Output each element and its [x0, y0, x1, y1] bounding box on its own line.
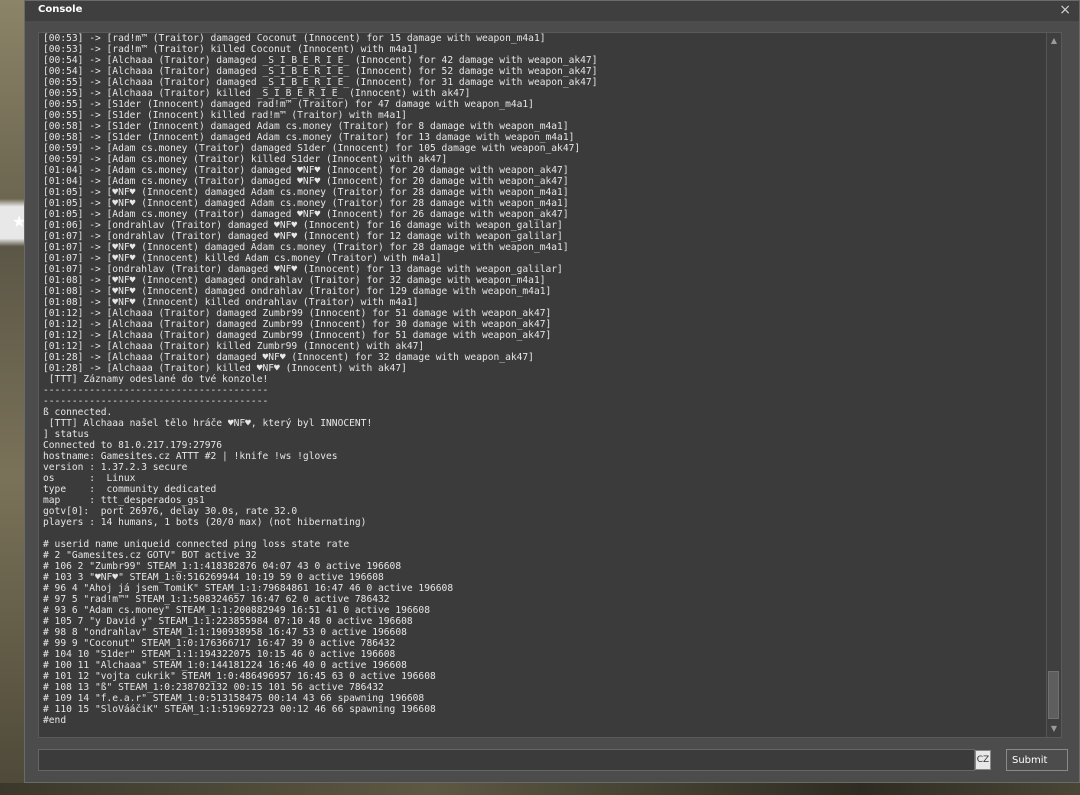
log-line: # 104 10 "S1der" STEAM_1:1:194322075 10:…	[43, 649, 396, 660]
log-line: # 105 7 "y David y" STEAM_1:1:223855984 …	[43, 616, 413, 627]
log-line: [01:06] -> [ondrahlav (Traitor) damaged …	[43, 220, 563, 231]
log-line: [01:05] -> [Adam cs.money (Traitor) dama…	[43, 209, 569, 220]
log-line: [01:07] -> [ondrahlav (Traitor) damaged …	[43, 231, 563, 242]
log-line: # 103 3 "♥NF♥" STEAM_1:0:516269944 10:19…	[43, 572, 384, 583]
log-line: # 97 5 "rad!m™" STEAM_1:1:508324657 16:4…	[43, 594, 390, 605]
log-line: [01:28] -> [Alchaaa (Traitor) killed ♥NF…	[43, 363, 407, 374]
log-line: Connected to 81.0.217.179:27976	[43, 440, 223, 451]
log-line: # 93 6 "Adam cs.money" STEAM_1:1:2008829…	[43, 605, 430, 616]
log-line: [00:54] -> [Alchaaa (Traitor) damaged _S…	[43, 66, 598, 77]
log-line: [00:55] -> [S1der (Innocent) damaged rad…	[43, 99, 534, 110]
log-line: [00:55] -> [S1der (Innocent) killed rad!…	[43, 110, 407, 121]
close-icon[interactable]: ×	[1059, 2, 1071, 18]
log-line: #end	[43, 715, 67, 726]
scrollbar[interactable]: ▲ ▼	[1046, 33, 1061, 737]
log-line: # 106 2 "Zumbr99" STEAM_1:1:418382876 04…	[43, 561, 402, 572]
console-window: Console × [00:53] -> [rad!m™ (Traitor) d…	[24, 0, 1080, 783]
submit-button[interactable]: Submit	[1006, 749, 1068, 771]
title-bar[interactable]: Console ×	[25, 1, 1079, 21]
log-line: [TTT] Alchaaa našel tělo hráče ♥NF♥, kte…	[43, 418, 373, 429]
log-line: [01:07] -> [♥NF♥ (Innocent) killed Adam …	[43, 253, 442, 264]
log-line: [01:12] -> [Alchaaa (Traitor) damaged Zu…	[43, 330, 552, 341]
log-line: [00:55] -> [Alchaaa (Traitor) killed _S_…	[43, 88, 471, 99]
log-line: [01:12] -> [Alchaaa (Traitor) damaged Zu…	[43, 319, 552, 330]
log-line: [01:04] -> [Adam cs.money (Traitor) dama…	[43, 176, 569, 187]
log-line: ---------------------------------------	[43, 396, 269, 407]
log-line: [01:04] -> [Adam cs.money (Traitor) dama…	[43, 165, 569, 176]
window-title: Console	[38, 4, 83, 15]
log-line: [01:07] -> [ondrahlav (Traitor) damaged …	[43, 264, 563, 275]
command-input-container[interactable]	[38, 749, 975, 771]
scroll-up-arrow-icon[interactable]: ▲	[1049, 35, 1059, 47]
log-line: [00:55] -> [Alchaaa (Traitor) damaged _S…	[43, 77, 598, 88]
log-line: [01:07] -> [♥NF♥ (Innocent) damaged Adam…	[43, 242, 569, 253]
console-log: [00:53] -> [rad!m™ (Traitor) damaged Coc…	[43, 33, 598, 726]
log-line: [TTT] Záznamy odeslané do tvé konzole!	[43, 374, 269, 385]
log-line: # 99 9 "Coconut" STEAM_1:0:176366717 16:…	[43, 638, 396, 649]
log-line: [00:54] -> [Alchaaa (Traitor) damaged _S…	[43, 55, 598, 66]
log-line: # 108 13 "ß" STEAM_1:0:238702132 00:15 1…	[43, 682, 384, 693]
log-line: [00:59] -> [Adam cs.money (Traitor) kill…	[43, 154, 448, 165]
console-output: [00:53] -> [rad!m™ (Traitor) damaged Coc…	[38, 32, 1062, 738]
log-line: # 98 8 "ondrahlav" STEAM_1:1:190938958 1…	[43, 627, 407, 638]
log-line: [00:58] -> [S1der (Innocent) damaged Ada…	[43, 132, 575, 143]
log-line: # 109 14 "f.e.a.r" STEAM_1:0:513158475 0…	[43, 693, 425, 704]
log-line: [01:12] -> [Alchaaa (Traitor) killed Zum…	[43, 341, 425, 352]
log-line: [01:08] -> [♥NF♥ (Innocent) damaged ondr…	[43, 275, 546, 286]
scrollbar-thumb[interactable]	[1048, 671, 1059, 719]
log-line: # 96 4 "Ahoj já jsem TomiK" STEAM_1:1:79…	[43, 583, 454, 594]
background-scene-bottom	[0, 783, 1080, 795]
log-line: [01:05] -> [♥NF♥ (Innocent) damaged Adam…	[43, 187, 569, 198]
log-line: os : Linux	[43, 473, 136, 484]
log-line: version : 1.37.2.3 secure	[43, 462, 188, 473]
log-line: ] status	[43, 429, 90, 440]
log-line: # userid name uniqueid connected ping lo…	[43, 539, 350, 550]
log-line: [01:05] -> [♥NF♥ (Innocent) damaged Adam…	[43, 198, 569, 209]
log-line: [00:58] -> [S1der (Innocent) damaged Ada…	[43, 121, 569, 132]
language-indicator: CZ	[975, 750, 991, 770]
log-line: # 2 "Gamesites.cz GOTV" BOT active 32	[43, 550, 257, 561]
log-line: ---------------------------------------	[43, 385, 269, 396]
log-line: gotv[0]: port 26976, delay 30.0s, rate 3…	[43, 506, 298, 517]
log-line: ß connected.	[43, 407, 113, 418]
log-line: [00:53] -> [rad!m™ (Traitor) killed Coco…	[43, 44, 419, 55]
log-line: # 100 11 "Alchaaa" STEAM_1:0:144181224 1…	[43, 660, 407, 671]
log-line: [00:53] -> [rad!m™ (Traitor) damaged Coc…	[43, 33, 546, 44]
log-line: players : 14 humans, 1 bots (20/0 max) (…	[43, 517, 367, 528]
log-line: [01:08] -> [♥NF♥ (Innocent) killed ondra…	[43, 297, 419, 308]
log-line: [01:12] -> [Alchaaa (Traitor) damaged Zu…	[43, 308, 552, 319]
log-line: [01:28] -> [Alchaaa (Traitor) damaged ♥N…	[43, 352, 534, 363]
log-line: type : community dedicated	[43, 484, 217, 495]
log-line: map : ttt_desperados_gs1	[43, 495, 205, 506]
log-line: [01:08] -> [♥NF♥ (Innocent) damaged ondr…	[43, 286, 552, 297]
log-line: hostname: Gamesites.cz ATTT #2 | !knife …	[43, 451, 338, 462]
log-line: # 110 15 "SloVááčiK" STEAM_1:1:519692723…	[43, 704, 436, 715]
scroll-down-arrow-icon[interactable]: ▼	[1049, 723, 1059, 735]
log-line: # 101 12 "vojta cukrik" STEAM_1:0:486496…	[43, 671, 436, 682]
command-input[interactable]	[39, 750, 974, 770]
background-scene-left	[0, 0, 24, 795]
log-line: [00:59] -> [Adam cs.money (Traitor) dama…	[43, 143, 581, 154]
